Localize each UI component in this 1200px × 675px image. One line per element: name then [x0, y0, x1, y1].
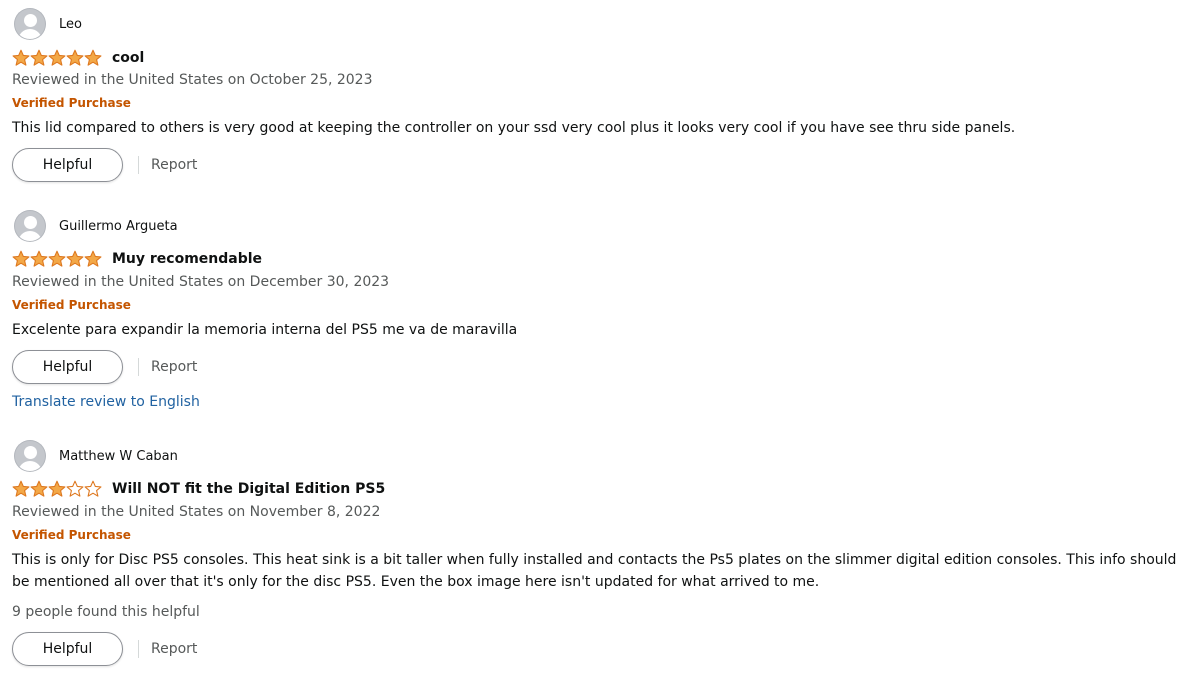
reviewer-profile[interactable]: Matthew W Caban — [14, 440, 178, 472]
reviewer-name: Matthew W Caban — [59, 448, 178, 464]
star-filled-icon — [30, 480, 48, 497]
review-date: Reviewed in the United States on Novembe… — [12, 504, 381, 520]
star-empty-icon — [66, 480, 84, 497]
star-rating[interactable] — [12, 480, 102, 498]
helpful-button[interactable]: Helpful — [12, 632, 123, 666]
review-title-row: Will NOT fit the Digital Edition PS5 — [12, 478, 385, 500]
helpful-count: 9 people found this helpful — [12, 604, 200, 620]
verified-purchase-badge[interactable]: Verified Purchase — [12, 528, 131, 542]
avatar-icon — [14, 440, 46, 472]
review-actions: Helpful Report — [12, 632, 197, 666]
review-title[interactable]: Will NOT fit the Digital Edition PS5 — [112, 481, 385, 497]
report-link[interactable]: Report — [151, 641, 197, 657]
star-empty-icon — [84, 480, 102, 497]
review-body: This is only for Disc PS5 consoles. This… — [12, 552, 1177, 590]
star-filled-icon — [12, 480, 30, 497]
actions-divider — [138, 640, 139, 658]
review-3: Matthew W Caban Will NOT fit the Digital… — [0, 0, 1200, 675]
star-filled-icon — [48, 480, 66, 497]
